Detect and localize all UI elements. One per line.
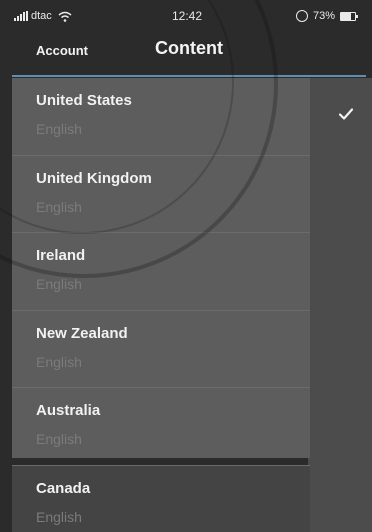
country-list: United States English United Kingdom Eng… <box>12 78 310 532</box>
list-item-united-states[interactable]: United States English <box>12 78 310 156</box>
list-item-united-kingdom[interactable]: United Kingdom English <box>12 156 310 233</box>
wifi-icon <box>58 11 72 22</box>
country-language: English <box>36 198 82 215</box>
header-divider <box>12 75 366 77</box>
country-language: English <box>36 508 82 525</box>
country-language: English <box>36 353 82 370</box>
list-item-canada[interactable]: Canada English <box>12 465 310 532</box>
list-item-australia[interactable]: Australia English <box>12 388 310 466</box>
country-language: English <box>36 276 82 292</box>
country-name: New Zealand <box>36 324 128 342</box>
orientation-lock-icon <box>295 10 308 22</box>
page-title: Content <box>155 38 223 58</box>
list-item-new-zealand[interactable]: New Zealand English <box>12 311 310 388</box>
battery-icon <box>340 11 358 21</box>
signal-strength-icon <box>14 11 28 21</box>
country-name: United States <box>36 92 132 109</box>
screen: dtac 12:42 73% Account Content United St… <box>0 0 372 532</box>
right-panel <box>308 78 372 532</box>
country-name: United Kingdom <box>36 169 152 187</box>
country-name: Canada <box>36 479 91 497</box>
list-item-ireland[interactable]: Ireland English <box>12 233 310 311</box>
country-name: Ireland <box>36 247 86 264</box>
navigation-bar: Account Content <box>0 30 372 76</box>
battery-percentage: 73% <box>312 10 335 22</box>
status-bar: dtac 12:42 73% <box>14 6 364 26</box>
country-name: Australia <box>36 402 101 419</box>
country-language: English <box>36 121 82 137</box>
back-button[interactable]: Account <box>36 43 88 58</box>
checkmark-icon <box>339 108 353 120</box>
clock: 12:42 <box>172 9 203 23</box>
carrier-name: dtac <box>31 10 52 22</box>
country-language: English <box>36 431 82 447</box>
